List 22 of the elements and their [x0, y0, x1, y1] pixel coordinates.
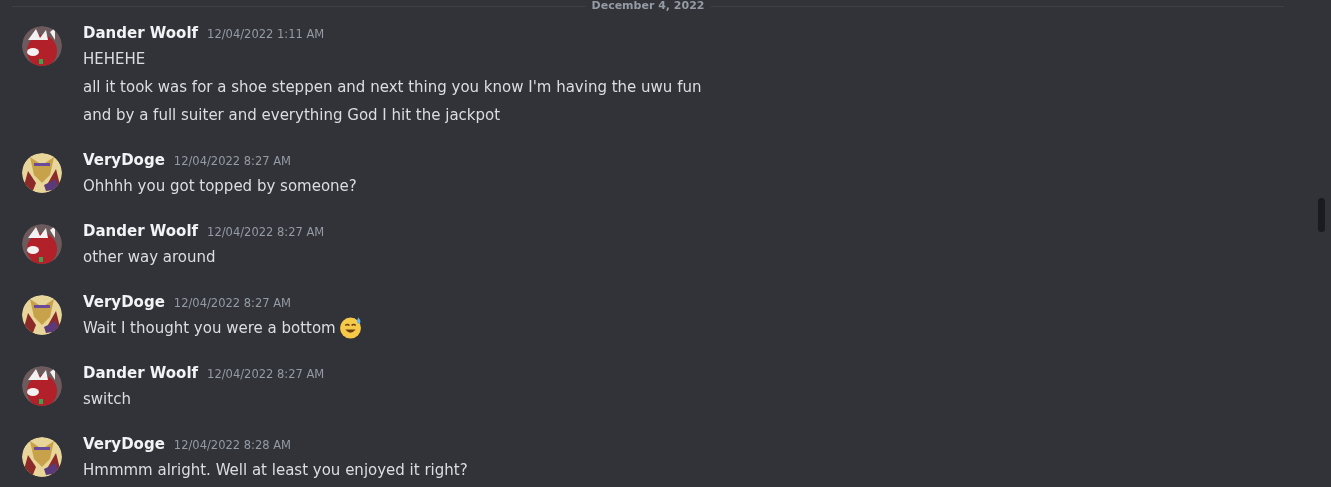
timestamp: 12/04/2022 1:11 AM — [207, 27, 325, 41]
scrollbar-thumb[interactable] — [1317, 198, 1325, 232]
date-divider-label: December 4, 2022 — [585, 0, 711, 12]
timestamp: 12/04/2022 8:27 AM — [173, 154, 292, 168]
username[interactable]: Dander Woolf — [83, 364, 199, 382]
message-text: Ohhhh you got topped by someone? — [83, 176, 357, 195]
message-text: switch — [83, 389, 131, 408]
timestamp: 12/04/2022 8:27 AM — [173, 296, 292, 310]
timestamp: 12/04/2022 8:28 AM — [173, 438, 292, 452]
message-text: HEHEHE — [83, 49, 146, 68]
username[interactable]: VeryDoge — [83, 151, 165, 169]
username[interactable]: Dander Woolf — [83, 24, 199, 42]
timestamp: 12/04/2022 8:27 AM — [207, 367, 325, 381]
message-text: other way around — [83, 247, 216, 266]
username[interactable]: Dander Woolf — [83, 222, 199, 240]
message-text: Hmmmm alright. Well at least you enjoyed it right? — [83, 460, 468, 479]
message-text: and by a full suiter and everything God I hit the jackpot — [83, 105, 501, 124]
username[interactable]: VeryDoge — [83, 293, 165, 311]
timestamp: 12/04/2022 8:27 AM — [207, 225, 325, 239]
message-text: all it took was for a shoe steppen and next thing you know I'm having the uwu fun — [83, 77, 702, 96]
message-text: Wait I thought you were a bottom — [83, 318, 336, 337]
username[interactable]: VeryDoge — [83, 435, 165, 453]
